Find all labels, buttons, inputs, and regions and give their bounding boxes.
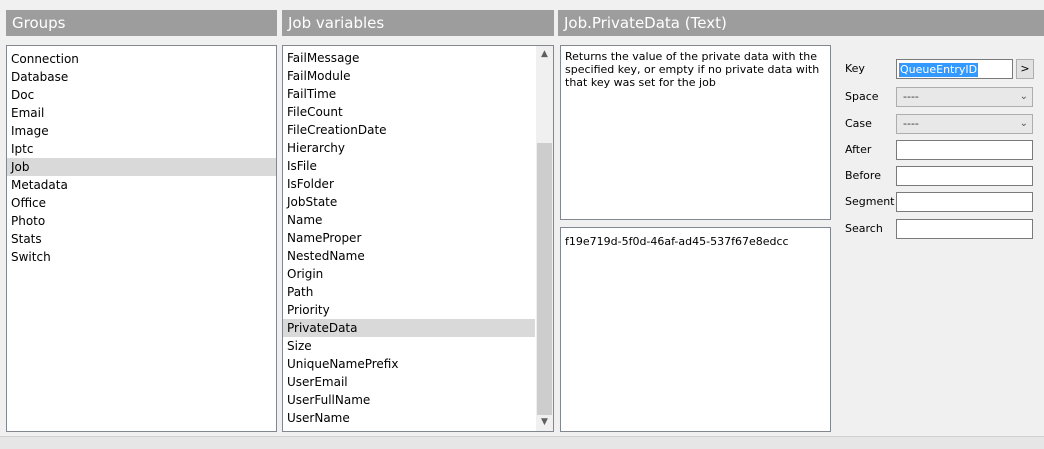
groups-header: Groups bbox=[6, 10, 277, 36]
list-item[interactable]: UserFullName bbox=[283, 391, 535, 409]
job-variables-header: Job variables bbox=[282, 10, 554, 36]
space-value: ---- bbox=[903, 90, 919, 103]
list-item[interactable]: Doc bbox=[7, 86, 276, 104]
bottom-bar bbox=[0, 436, 1044, 449]
list-item[interactable]: Photo bbox=[7, 212, 276, 230]
list-item[interactable]: Switch bbox=[7, 248, 276, 266]
key-label: Key bbox=[845, 62, 865, 75]
case-dropdown[interactable]: ---- ⌄ bbox=[896, 114, 1033, 134]
list-item[interactable]: FileCount bbox=[283, 103, 535, 121]
description-text: Returns the value of the private data wi… bbox=[560, 45, 831, 220]
list-item[interactable]: Email bbox=[7, 104, 276, 122]
list-item[interactable]: Hierarchy bbox=[283, 139, 535, 157]
scrollbar-thumb[interactable] bbox=[537, 143, 552, 415]
space-dropdown[interactable]: ---- ⌄ bbox=[896, 87, 1033, 107]
list-item[interactable]: FailMessage bbox=[283, 49, 535, 67]
segment-input[interactable] bbox=[896, 192, 1033, 212]
chevron-up-icon[interactable]: ▲ bbox=[536, 46, 553, 63]
list-item[interactable]: Name bbox=[283, 211, 535, 229]
key-input[interactable]: QueueEntryID bbox=[896, 59, 1013, 79]
list-item[interactable]: NameProper bbox=[283, 229, 535, 247]
case-value: ---- bbox=[903, 117, 919, 130]
list-item[interactable]: IsFile bbox=[283, 157, 535, 175]
list-item[interactable]: Path bbox=[283, 283, 535, 301]
key-value: QueueEntryID bbox=[899, 63, 979, 77]
list-item[interactable]: Priority bbox=[283, 301, 535, 319]
list-item[interactable]: Connection bbox=[7, 50, 276, 68]
search-input[interactable] bbox=[896, 219, 1033, 239]
detail-header: Job.PrivateData (Text) bbox=[558, 10, 1044, 36]
chevron-down-icon: ⌄ bbox=[1019, 91, 1028, 102]
list-item[interactable]: Size bbox=[283, 337, 535, 355]
list-item[interactable]: FailTime bbox=[283, 85, 535, 103]
before-label: Before bbox=[845, 169, 881, 182]
list-item[interactable]: FailModule bbox=[283, 67, 535, 85]
list-item[interactable]: Office bbox=[7, 194, 276, 212]
list-item[interactable]: UserEmail bbox=[283, 373, 535, 391]
key-insert-button[interactable]: > bbox=[1016, 59, 1034, 79]
list-item[interactable]: Origin bbox=[283, 265, 535, 283]
segment-label: Segment bbox=[845, 195, 895, 208]
chevron-down-icon: ⌄ bbox=[1019, 118, 1028, 129]
list-item[interactable]: UniqueNamePrefix bbox=[283, 355, 535, 373]
after-label: After bbox=[845, 143, 872, 156]
list-item[interactable]: Database bbox=[7, 68, 276, 86]
list-item[interactable]: UserName bbox=[283, 409, 535, 427]
job-variables-list[interactable]: FailMessage FailModule FailTime FileCount Fi… bbox=[282, 45, 554, 432]
list-item[interactable]: Image bbox=[7, 122, 276, 140]
list-item[interactable]: JobState bbox=[283, 193, 535, 211]
search-label: Search bbox=[845, 222, 883, 235]
chevron-down-icon[interactable]: ▼ bbox=[536, 414, 553, 431]
vertical-scrollbar[interactable]: ▲ ▼ bbox=[536, 46, 553, 431]
list-item[interactable]: FileCreationDate bbox=[283, 121, 535, 139]
after-input[interactable] bbox=[896, 140, 1033, 160]
case-label: Case bbox=[845, 117, 872, 130]
list-item[interactable]: IsFolder bbox=[283, 175, 535, 193]
list-item[interactable]: Job bbox=[7, 158, 276, 176]
value-preview: f19e719d-5f0d-46af-ad45-537f67e8edcc bbox=[560, 227, 831, 432]
list-item[interactable]: PrivateData bbox=[283, 319, 535, 337]
groups-list[interactable]: Connection Database Doc Email Image Iptc Job Me… bbox=[6, 45, 277, 432]
list-item[interactable]: NestedName bbox=[283, 247, 535, 265]
space-label: Space bbox=[845, 90, 879, 103]
list-item[interactable]: Iptc bbox=[7, 140, 276, 158]
list-item[interactable]: Metadata bbox=[7, 176, 276, 194]
before-input[interactable] bbox=[896, 166, 1033, 186]
list-item[interactable]: Stats bbox=[7, 230, 276, 248]
